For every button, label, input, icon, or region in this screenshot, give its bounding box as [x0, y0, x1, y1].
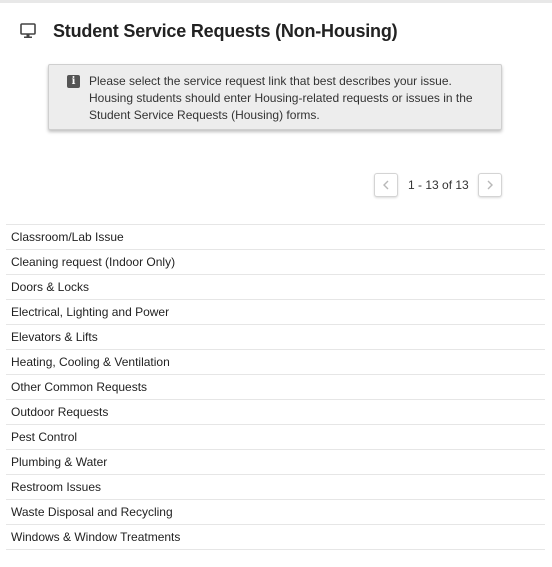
list-item[interactable]: Classroom/Lab Issue — [6, 225, 545, 250]
list-item[interactable]: Electrical, Lighting and Power — [6, 300, 545, 325]
list-item[interactable]: Heating, Cooling & Ventilation — [6, 350, 545, 375]
list-item[interactable]: Plumbing & Water — [6, 450, 545, 475]
pagination-range: 1 - 13 of 13 — [408, 178, 469, 192]
chevron-right-icon — [486, 178, 494, 193]
page-header: Student Service Requests (Non-Housing) — [20, 18, 398, 44]
list-item[interactable]: Outdoor Requests — [6, 400, 545, 425]
info-line: Please select the service request link t… — [89, 74, 452, 88]
monitor-icon — [20, 23, 38, 39]
list-item[interactable]: Cleaning request (Indoor Only) — [6, 250, 545, 275]
top-divider — [0, 0, 552, 3]
info-message: i Please select the service request link… — [48, 64, 502, 130]
service-request-list: Classroom/Lab Issue Cleaning request (In… — [6, 224, 545, 550]
list-item[interactable]: Waste Disposal and Recycling — [6, 500, 545, 525]
chevron-left-icon — [382, 178, 390, 193]
info-text: Please select the service request link t… — [89, 73, 499, 124]
list-item[interactable]: Restroom Issues — [6, 475, 545, 500]
pagination: 1 - 13 of 13 — [374, 173, 502, 197]
list-item[interactable]: Doors & Locks — [6, 275, 545, 300]
info-line: Student Service Requests (Housing) forms… — [89, 108, 320, 122]
info-line: Housing students should enter Housing-re… — [89, 91, 473, 105]
list-item[interactable]: Other Common Requests — [6, 375, 545, 400]
next-page-button[interactable] — [477, 173, 502, 197]
list-item[interactable]: Elevators & Lifts — [6, 325, 545, 350]
info-icon: i — [67, 75, 80, 88]
page-title: Student Service Requests (Non-Housing) — [53, 21, 398, 41]
list-item[interactable]: Pest Control — [6, 425, 545, 450]
previous-page-button[interactable] — [374, 173, 398, 197]
list-item[interactable]: Windows & Window Treatments — [6, 525, 545, 550]
